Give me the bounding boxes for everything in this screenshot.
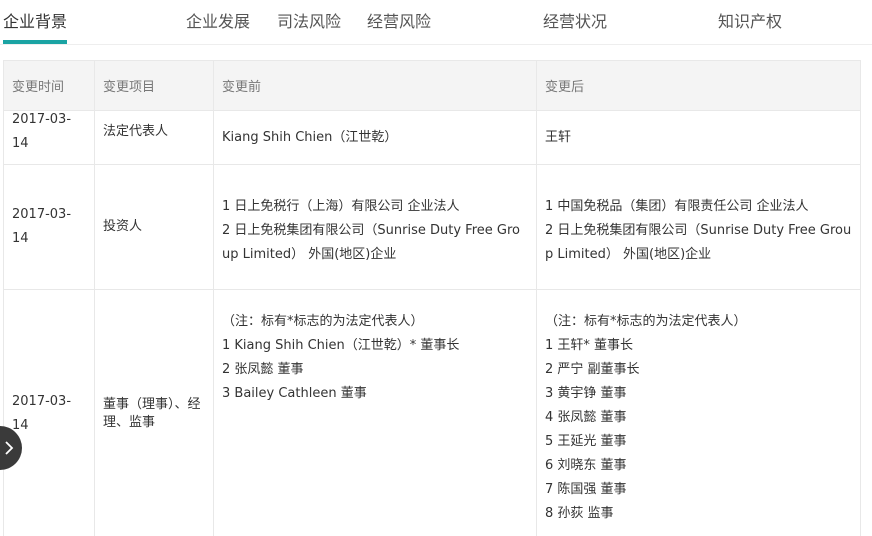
after-line: 2 日上免税集团有限公司（Sunrise Duty Free Group Lim… bbox=[545, 223, 852, 262]
change-item-text: 董事（理事）、经理、监事 bbox=[103, 396, 201, 430]
change-record-table: 变更时间 变更项目 变更前 变更后 2017-03-14 法定代表人 Kiang… bbox=[3, 60, 861, 536]
header-after: 变更后 bbox=[536, 60, 861, 111]
cell-before: 1 日上免税行（上海）有限公司 企业法人 2 日上免税集团有限公司（Sunris… bbox=[213, 164, 537, 290]
table-row: 2017-03-14 董事（理事）、经理、监事 （注：标有*标志的为法定代表人）… bbox=[3, 289, 861, 536]
tab-judicial-risk[interactable]: 司法风险 bbox=[277, 8, 341, 32]
change-record-table-wrapper: 变更时间 变更项目 变更前 变更后 2017-03-14 法定代表人 Kiang… bbox=[3, 60, 861, 536]
cell-change-item: 投资人 bbox=[94, 164, 214, 290]
header-change-item: 变更项目 bbox=[94, 60, 214, 111]
after-line: 6 刘晓东 董事 bbox=[545, 458, 627, 473]
after-line: 7 陈国强 董事 bbox=[545, 482, 627, 497]
tab-intellectual-property[interactable]: 知识产权 bbox=[718, 8, 782, 32]
tab-company-background[interactable]: 企业背景 bbox=[3, 8, 67, 32]
cell-after: （注：标有*标志的为法定代表人） 1 王轩* 董事长 2 严宁 副董事长 3 黄… bbox=[536, 289, 861, 536]
cell-change-item: 董事（理事）、经理、监事 bbox=[94, 289, 214, 536]
header-change-date: 变更时间 bbox=[3, 60, 95, 111]
cell-before: Kiang Shih Chien（江世乾） bbox=[213, 110, 537, 165]
after-line: 3 黄宇铮 董事 bbox=[545, 386, 627, 401]
tab-operation-status[interactable]: 经营状况 bbox=[543, 8, 607, 32]
cell-change-date: 2017-03-14 bbox=[3, 110, 95, 165]
cell-change-item: 法定代表人 bbox=[94, 110, 214, 165]
cell-after: 王轩 bbox=[536, 110, 861, 165]
cell-change-date: 2017-03-14 bbox=[3, 289, 95, 536]
after-line: 2 严宁 副董事长 bbox=[545, 362, 640, 377]
before-line: 2 日上免税集团有限公司（Sunrise Duty Free Group Lim… bbox=[222, 223, 520, 262]
page: 企业背景 企业发展 司法风险 经营风险 经营状况 知识产权 变更时间 变更项目 … bbox=[0, 0, 872, 536]
chevron-right-icon bbox=[5, 441, 14, 455]
cell-change-date: 2017-03-14 bbox=[3, 164, 95, 290]
before-line: （注：标有*标志的为法定代表人） bbox=[222, 314, 424, 329]
after-line: 王轩 bbox=[545, 129, 572, 145]
after-line: 1 王轩* 董事长 bbox=[545, 338, 634, 353]
tab-operation-risk[interactable]: 经营风险 bbox=[367, 8, 431, 32]
after-line: （注：标有*标志的为法定代表人） bbox=[545, 314, 747, 329]
table-header-row: 变更时间 变更项目 变更前 变更后 bbox=[3, 60, 861, 111]
header-before: 变更前 bbox=[213, 60, 537, 111]
cell-after: 1 中国免税品（集团）有限责任公司 企业法人 2 日上免税集团有限公司（Sunr… bbox=[536, 164, 861, 290]
table-row: 2017-03-14 法定代表人 Kiang Shih Chien（江世乾） 王… bbox=[3, 110, 861, 165]
before-line: 2 张凤懿 董事 bbox=[222, 362, 304, 377]
cell-before: （注：标有*标志的为法定代表人） 1 Kiang Shih Chien（江世乾）… bbox=[213, 289, 537, 536]
before-line: 1 日上免税行（上海）有限公司 企业法人 bbox=[222, 199, 460, 214]
after-line: 4 张凤懿 董事 bbox=[545, 410, 627, 425]
tab-bar: 企业背景 企业发展 司法风险 经营风险 经营状况 知识产权 bbox=[0, 0, 872, 45]
after-line: 5 王延光 董事 bbox=[545, 434, 627, 449]
tab-company-development[interactable]: 企业发展 bbox=[186, 8, 250, 32]
before-line: Kiang Shih Chien（江世乾） bbox=[222, 129, 398, 145]
after-line: 8 孙荻 监事 bbox=[545, 506, 614, 521]
table-row: 2017-03-14 投资人 1 日上免税行（上海）有限公司 企业法人 2 日上… bbox=[3, 164, 861, 290]
after-line: 1 中国免税品（集团）有限责任公司 企业法人 bbox=[545, 199, 809, 214]
before-line: 1 Kiang Shih Chien（江世乾）* 董事长 bbox=[222, 338, 460, 353]
active-tab-indicator bbox=[3, 40, 67, 44]
before-line: 3 Bailey Cathleen 董事 bbox=[222, 386, 367, 401]
